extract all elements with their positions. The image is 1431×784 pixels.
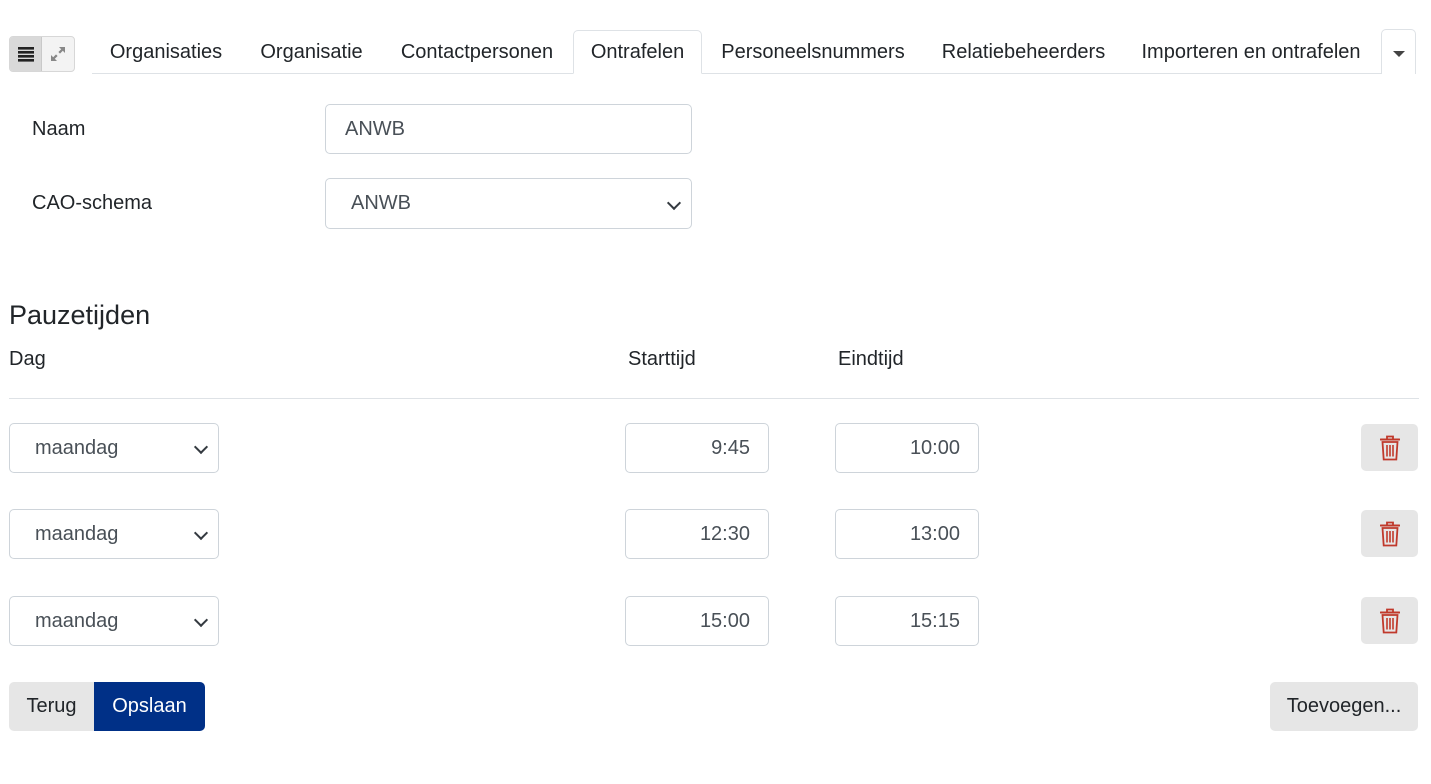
trash-icon [1379,608,1400,633]
cao-schema-label: CAO-schema [32,192,153,214]
chevron-down-icon [193,612,209,628]
trash-icon [1379,521,1400,546]
tab-ontrafelen[interactable]: Ontrafelen [573,30,702,74]
naam-label: Naam [32,118,86,140]
naam-input[interactable]: ANWB [325,104,692,154]
tab-contactpersonen[interactable]: Contactpersonen [383,30,571,74]
delete-row-button[interactable] [1361,424,1418,471]
naam-input-value: ANWB [345,117,405,140]
column-header-eindtijd: Eindtijd [838,348,904,370]
expand-view-button[interactable] [42,37,74,71]
list-view-button[interactable] [10,37,43,71]
starttijd-input[interactable]: 15:00 [625,596,769,646]
eindtijd-input[interactable]: 13:00 [835,509,979,559]
dag-select-value: maandag [35,609,119,632]
dag-select[interactable]: maandag [9,423,219,473]
header-divider [9,398,1419,399]
caret-down-icon [1392,51,1405,57]
back-button[interactable]: Terug [9,682,94,731]
chevron-down-icon [193,439,209,455]
dag-select[interactable]: maandag [9,509,219,559]
cao-schema-select[interactable]: ANWB [325,178,692,229]
eindtijd-input[interactable]: 10:00 [835,423,979,473]
eindtijd-input[interactable]: 15:15 [835,596,979,646]
tab-organisatie[interactable]: Organisatie [242,30,381,74]
add-button[interactable]: Toevoegen... [1270,682,1418,731]
chevron-down-icon [193,525,209,541]
tab-importeren-en-ontrafelen[interactable]: Importeren en ontrafelen [1125,30,1377,74]
starttijd-input[interactable]: 9:45 [625,423,769,473]
cao-schema-value: ANWB [351,192,411,214]
eindtijd-value: 15:15 [909,609,960,632]
save-button[interactable]: Opslaan [94,682,205,731]
chevron-down-icon [666,195,682,210]
eindtijd-value: 10:00 [909,436,960,459]
delete-row-button[interactable] [1361,510,1418,557]
tab-organisaties[interactable]: Organisaties [92,30,240,74]
view-toggle [9,36,75,72]
starttijd-value: 15:00 [699,609,750,632]
dag-select-value: maandag [35,436,119,459]
pauzetijden-title: Pauzetijden [9,300,151,330]
trash-icon [1379,435,1400,460]
column-header-starttijd: Starttijd [628,348,696,370]
starttijd-input[interactable]: 12:30 [625,509,769,559]
starttijd-value: 12:30 [699,522,750,545]
dag-select[interactable]: maandag [9,596,219,646]
tab-relatiebeheerders[interactable]: Relatiebeheerders [924,30,1123,74]
tabs-more-button[interactable] [1381,29,1416,74]
list-icon [17,47,34,62]
starttijd-value: 9:45 [711,436,750,459]
expand-icon [51,47,65,61]
delete-row-button[interactable] [1361,597,1418,644]
column-header-dag: Dag [9,348,46,370]
eindtijd-value: 13:00 [909,522,960,545]
tab-personeelsnummers[interactable]: Personeelsnummers [704,30,922,74]
dag-select-value: maandag [35,522,119,545]
